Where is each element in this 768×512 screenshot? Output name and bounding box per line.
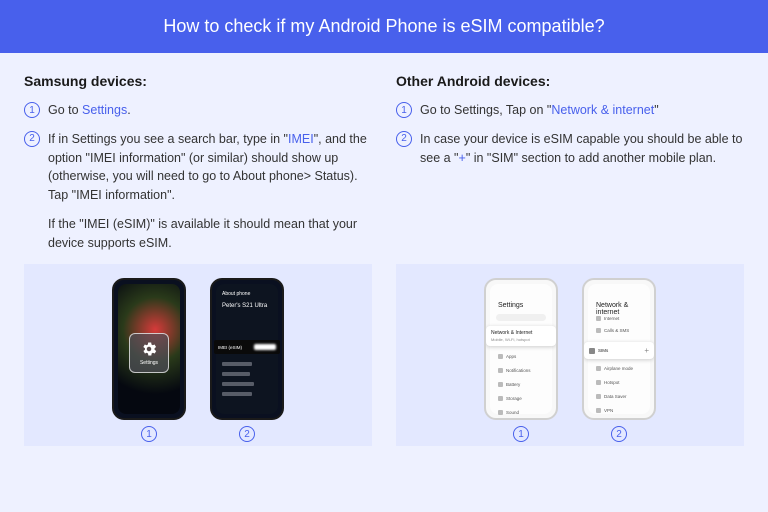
samsung-column: Samsung devices: 1 Go to Settings. 2 If … [24,73,372,252]
step-number: 2 [24,131,40,147]
about-phone-header: About phone Peter's S21 Ultra [222,288,272,309]
other-phone-2: Network & internet Internet Calls & SMS … [582,278,656,420]
phone-number-badge: 2 [611,426,627,442]
screen-title: Settings [498,302,523,309]
other-heading: Other Android devices: [396,73,744,89]
phone-number-badge: 1 [141,426,157,442]
list-item: Airplane mode [596,366,633,371]
samsung-step-2: 2 If in Settings you see a search bar, t… [24,130,372,205]
phone-col: Settings 1 [112,278,186,442]
imei-row: IMEI (eSIM) [214,340,280,354]
step-text: If in Settings you see a search bar, typ… [48,130,372,205]
list-item: Internet [596,316,619,321]
settings-label: Settings [140,360,158,366]
search-bar [496,314,546,321]
phone-col: About phone Peter's S21 Ultra IMEI (eSIM… [210,278,284,442]
phones-row: Settings 1 About phone Peter's S21 Ultra… [0,252,768,454]
other-step-2: 2 In case your device is eSIM capable yo… [396,130,744,168]
list-item: Apps [498,354,516,359]
network-internet-card: Network & Internet Mobile, Wi-Fi, hotspo… [486,326,556,346]
list-item: Sound [498,410,519,415]
step-text: Go to Settings, Tap on "Network & intern… [420,101,744,120]
samsung-step-1: 1 Go to Settings. [24,101,372,120]
plus-link[interactable]: + [459,151,466,165]
phone-number-badge: 1 [513,426,529,442]
sim-icon [589,348,595,354]
list-item: Calls & SMS [596,328,629,333]
other-column: Other Android devices: 1 Go to Settings,… [396,73,744,252]
step-number: 1 [24,102,40,118]
imei-value-blurred [254,344,276,350]
settings-link[interactable]: Settings [82,103,127,117]
page-title: How to check if my Android Phone is eSIM… [0,0,768,53]
samsung-phones: Settings 1 About phone Peter's S21 Ultra… [24,264,372,446]
step-number: 2 [396,131,412,147]
phone-col: Settings Network & Internet Mobile, Wi-F… [484,278,558,442]
network-internet-link[interactable]: Network & internet [551,103,654,117]
imei-link[interactable]: IMEI [288,132,314,146]
phone-number-badge: 2 [239,426,255,442]
list-item: Data Saver [596,394,627,399]
phone-screen: About phone Peter's S21 Ultra IMEI (eSIM… [216,284,278,414]
samsung-phone-1: Settings [112,278,186,420]
screen-title: Network & internet [596,302,650,316]
list-item: Hotspot [596,380,620,385]
gear-icon [140,340,158,358]
sims-card: SIMs + [584,342,654,359]
samsung-heading: Samsung devices: [24,73,372,89]
other-phone-1: Settings Network & Internet Mobile, Wi-F… [484,278,558,420]
other-phones: Settings Network & Internet Mobile, Wi-F… [396,264,744,446]
list-item: Storage [498,396,522,401]
phone-screen: Settings [118,284,180,414]
plus-icon: + [644,346,649,355]
phone-col: Network & internet Internet Calls & SMS … [582,278,656,442]
settings-app-icon: Settings [129,333,169,373]
samsung-phone-2: About phone Peter's S21 Ultra IMEI (eSIM… [210,278,284,420]
list-item: Battery [498,382,520,387]
phone-screen: Network & internet Internet Calls & SMS … [588,284,650,414]
phone-screen: Settings Network & Internet Mobile, Wi-F… [490,284,552,414]
step-text: In case your device is eSIM capable you … [420,130,744,168]
other-step-1: 1 Go to Settings, Tap on "Network & inte… [396,101,744,120]
samsung-extra-note: If the "IMEI (eSIM)" is available it sho… [48,215,372,253]
step-number: 1 [396,102,412,118]
step-text: Go to Settings. [48,101,372,120]
content-columns: Samsung devices: 1 Go to Settings. 2 If … [0,53,768,252]
list-item: VPN [596,408,613,413]
list-item: Notifications [498,368,531,373]
